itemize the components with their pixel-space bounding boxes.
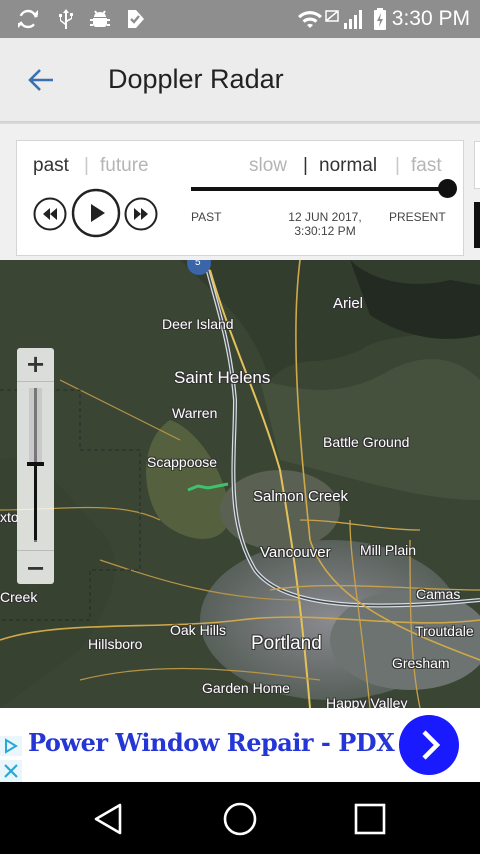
timeline-date: 12 JUN 2017,: [288, 210, 362, 224]
android-debug-icon: [90, 10, 110, 27]
speed-separator: |: [303, 155, 308, 176]
zoom-control: + −: [17, 348, 54, 584]
zoom-in-button[interactable]: +: [17, 348, 54, 382]
battery-charging-icon: [374, 8, 386, 30]
chevron-right-icon: [422, 730, 441, 760]
mode-past-toggle[interactable]: past: [33, 155, 69, 177]
zoom-out-button[interactable]: −: [17, 550, 54, 584]
usb-icon: [59, 9, 73, 29]
ad-banner[interactable]: Power Window Repair - PDX: [0, 708, 480, 782]
satellite-basemap: [0, 260, 480, 708]
place-label: xto: [0, 509, 19, 525]
ad-cta-button[interactable]: [399, 715, 459, 775]
nav-back-icon[interactable]: [92, 802, 126, 836]
rewind-button[interactable]: [33, 197, 67, 231]
fast-forward-icon: [124, 197, 158, 231]
page-title: Doppler Radar: [108, 64, 284, 94]
system-nav-bar: [0, 782, 480, 854]
place-label: Camas: [416, 586, 461, 602]
clock: 3:30 PM: [391, 7, 470, 30]
radar-controls-panel: past | future slow | normal | fast PAST …: [0, 122, 480, 260]
speed-separator: |: [395, 155, 400, 176]
place-label: Happy Valley: [326, 695, 408, 708]
side-panel-tab[interactable]: [474, 141, 480, 189]
play-icon: [71, 188, 121, 238]
adchoices-icon: [5, 738, 18, 754]
place-label: Portland: [251, 633, 322, 654]
no-sim-icon: [325, 10, 339, 22]
nav-recents-icon[interactable]: [353, 802, 387, 836]
timeline-start-label: PAST: [191, 210, 222, 224]
timeline-current-time: 12 JUN 2017, 3:30:12 PM: [265, 210, 385, 238]
timeline-time: 3:30:12 PM: [294, 224, 356, 238]
place-label: Vancouver: [260, 544, 331, 561]
status-bar: 3:30 PM: [0, 0, 480, 38]
rewind-icon: [33, 197, 67, 231]
ad-close-button[interactable]: [0, 760, 22, 782]
place-label: Oak Hills: [170, 622, 227, 638]
place-label: Scappoose: [147, 454, 218, 470]
route-shield: 5: [195, 260, 201, 268]
ad-title[interactable]: Power Window Repair - PDX: [28, 728, 395, 757]
radar-map[interactable]: Ariel Deer Island Saint Helens Warren Ba…: [0, 260, 480, 708]
adchoices-button[interactable]: [0, 736, 22, 756]
task-check-icon: [128, 10, 144, 28]
arrow-back-icon[interactable]: [26, 66, 56, 94]
timeline-end-label: PRESENT: [389, 210, 446, 224]
place-label: Saint Helens: [174, 368, 271, 387]
zoom-slider-handle[interactable]: [27, 462, 44, 466]
playback-controls: past | future slow | normal | fast PAST …: [16, 140, 464, 256]
place-label: Creek: [0, 589, 38, 605]
nav-home-icon[interactable]: [222, 801, 258, 837]
place-label: Gresham: [392, 655, 450, 671]
signal-icon: [344, 10, 362, 29]
place-label: Salmon Creek: [253, 488, 349, 505]
place-label: Mill Plain: [360, 542, 417, 558]
place-label: Warren: [172, 405, 218, 421]
place-label: Garden Home: [202, 680, 290, 696]
app-bar: Doppler Radar: [0, 38, 480, 122]
wifi-icon: [298, 11, 322, 28]
sync-icon: [18, 9, 38, 29]
place-label: Troutdale: [415, 623, 474, 639]
place-label: Ariel: [333, 295, 364, 312]
speed-fast-toggle[interactable]: fast: [411, 155, 442, 177]
speed-normal-toggle[interactable]: normal: [319, 155, 377, 177]
fast-forward-button[interactable]: [124, 197, 158, 231]
side-panel-handle[interactable]: [474, 202, 480, 248]
place-label: Battle Ground: [323, 434, 410, 450]
timeline-track[interactable]: [191, 187, 449, 191]
mode-separator: |: [84, 155, 89, 176]
mode-future-toggle[interactable]: future: [100, 155, 149, 177]
play-button[interactable]: [71, 188, 121, 238]
zoom-rail-level: [34, 462, 37, 540]
speed-slow-toggle[interactable]: slow: [249, 155, 287, 177]
place-label: Hillsboro: [88, 636, 143, 652]
place-label: Deer Island: [162, 316, 234, 332]
timeline-handle[interactable]: [438, 179, 457, 198]
close-icon: [4, 764, 18, 778]
